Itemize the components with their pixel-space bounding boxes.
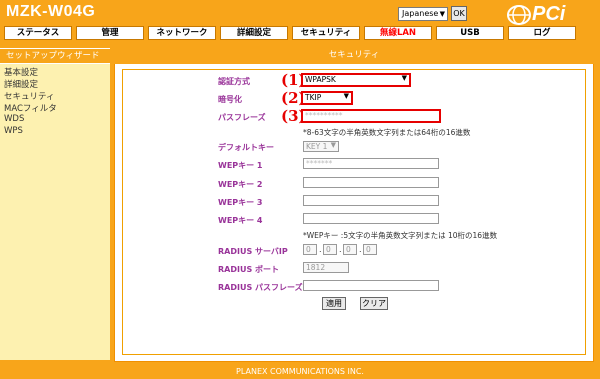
apply-button[interactable]: 適用	[322, 297, 346, 310]
passphrase-note: *8-63文字の半角英数文字列または64桁の16進数	[303, 128, 471, 137]
radius-ip-label: RADIUS サーバIP	[218, 247, 288, 256]
chevron-down-icon: ▼	[343, 92, 349, 100]
tab-status[interactable]: ステータス	[4, 26, 72, 40]
brand-emblem-icon	[507, 5, 531, 25]
ip-dot: .	[319, 245, 322, 254]
tab-wireless-lan[interactable]: 無線LAN	[364, 26, 432, 40]
language-value: Japanese	[402, 9, 439, 18]
ip-dot: .	[359, 245, 362, 254]
wep-key-4-label: WEPキー 4	[218, 216, 263, 225]
wep-key-3-label: WEPキー 3	[218, 198, 263, 207]
language-select[interactable]: Japanese ▼	[398, 7, 448, 21]
footer-copyright: PLANEX COMMUNICATIONS INC.	[236, 367, 364, 376]
auth-value: WPAPSK	[305, 75, 336, 84]
auth-label: 認証方式	[218, 77, 250, 86]
radius-passphrase-input[interactable]	[303, 280, 439, 291]
default-key-label: デフォルトキー	[218, 143, 274, 152]
wep-key-2-label: WEPキー 2	[218, 180, 263, 189]
passphrase-label: パスフレーズ	[218, 113, 266, 122]
wep-key-1-input[interactable]: *******	[303, 158, 439, 169]
passphrase-input[interactable]: **********	[301, 109, 441, 123]
radius-ip-octet-3[interactable]: 0	[343, 244, 357, 255]
sidebar: 基本設定 詳細設定 セキュリティ MACフィルタ WDS WPS	[0, 64, 110, 360]
tab-management[interactable]: 管理	[76, 26, 144, 40]
brand-text: PCi	[532, 3, 566, 25]
radius-ip-octet-2[interactable]: 0	[323, 244, 337, 255]
wep-note: *WEPキー :5文字の半角英数文字列または 10桁の16進数	[303, 231, 498, 240]
tab-security[interactable]: セキュリティ	[292, 26, 360, 40]
sidebar-setup-wizard[interactable]: セットアップウィザード	[0, 48, 110, 64]
chevron-down-icon: ▼	[330, 141, 336, 149]
encryption-label: 暗号化	[218, 95, 242, 104]
radius-ip-octet-1[interactable]: 0	[303, 244, 317, 255]
tab-usb[interactable]: USB	[436, 26, 504, 40]
chevron-down-icon: ▼	[439, 10, 445, 18]
brand-logo: PCi	[506, 3, 591, 27]
sidebar-item-mac-filter[interactable]: MACフィルタ	[4, 102, 57, 114]
sidebar-item-wds[interactable]: WDS	[4, 114, 24, 124]
wep-key-1-label: WEPキー 1	[218, 161, 263, 170]
tab-advanced[interactable]: 詳細設定	[220, 26, 288, 40]
radius-passphrase-label: RADIUS パスフレーズ	[218, 283, 303, 292]
sidebar-item-security[interactable]: セキュリティ	[4, 90, 55, 102]
ok-button[interactable]: OK	[451, 6, 467, 21]
default-key-select[interactable]: KEY 1 ▼	[303, 141, 339, 152]
radius-port-label: RADIUS ポート	[218, 265, 280, 274]
wep-key-3-input[interactable]	[303, 195, 439, 206]
sidebar-item-basic[interactable]: 基本設定	[4, 66, 38, 78]
sidebar-item-wps[interactable]: WPS	[4, 126, 23, 136]
chevron-down-icon: ▼	[401, 74, 407, 82]
tab-network[interactable]: ネットワーク	[148, 26, 216, 40]
wep-key-4-input[interactable]	[303, 213, 439, 224]
radius-ip-octet-4[interactable]: 0	[363, 244, 377, 255]
ip-dot: .	[339, 245, 342, 254]
wep-key-2-input[interactable]	[303, 177, 439, 188]
default-key-value: KEY 1	[306, 142, 328, 151]
radius-port-input[interactable]: 1812	[303, 262, 349, 273]
sidebar-item-advanced[interactable]: 詳細設定	[4, 78, 38, 90]
clear-button[interactable]: クリア	[360, 297, 388, 310]
auth-select[interactable]: WPAPSK ▼	[301, 73, 411, 87]
tab-log[interactable]: ログ	[508, 26, 576, 40]
encryption-select[interactable]: TKIP ▼	[301, 91, 353, 105]
page-title: セキュリティ	[114, 48, 594, 64]
model-name: MZK-W04G	[6, 3, 96, 20]
encryption-value: TKIP	[305, 93, 322, 102]
